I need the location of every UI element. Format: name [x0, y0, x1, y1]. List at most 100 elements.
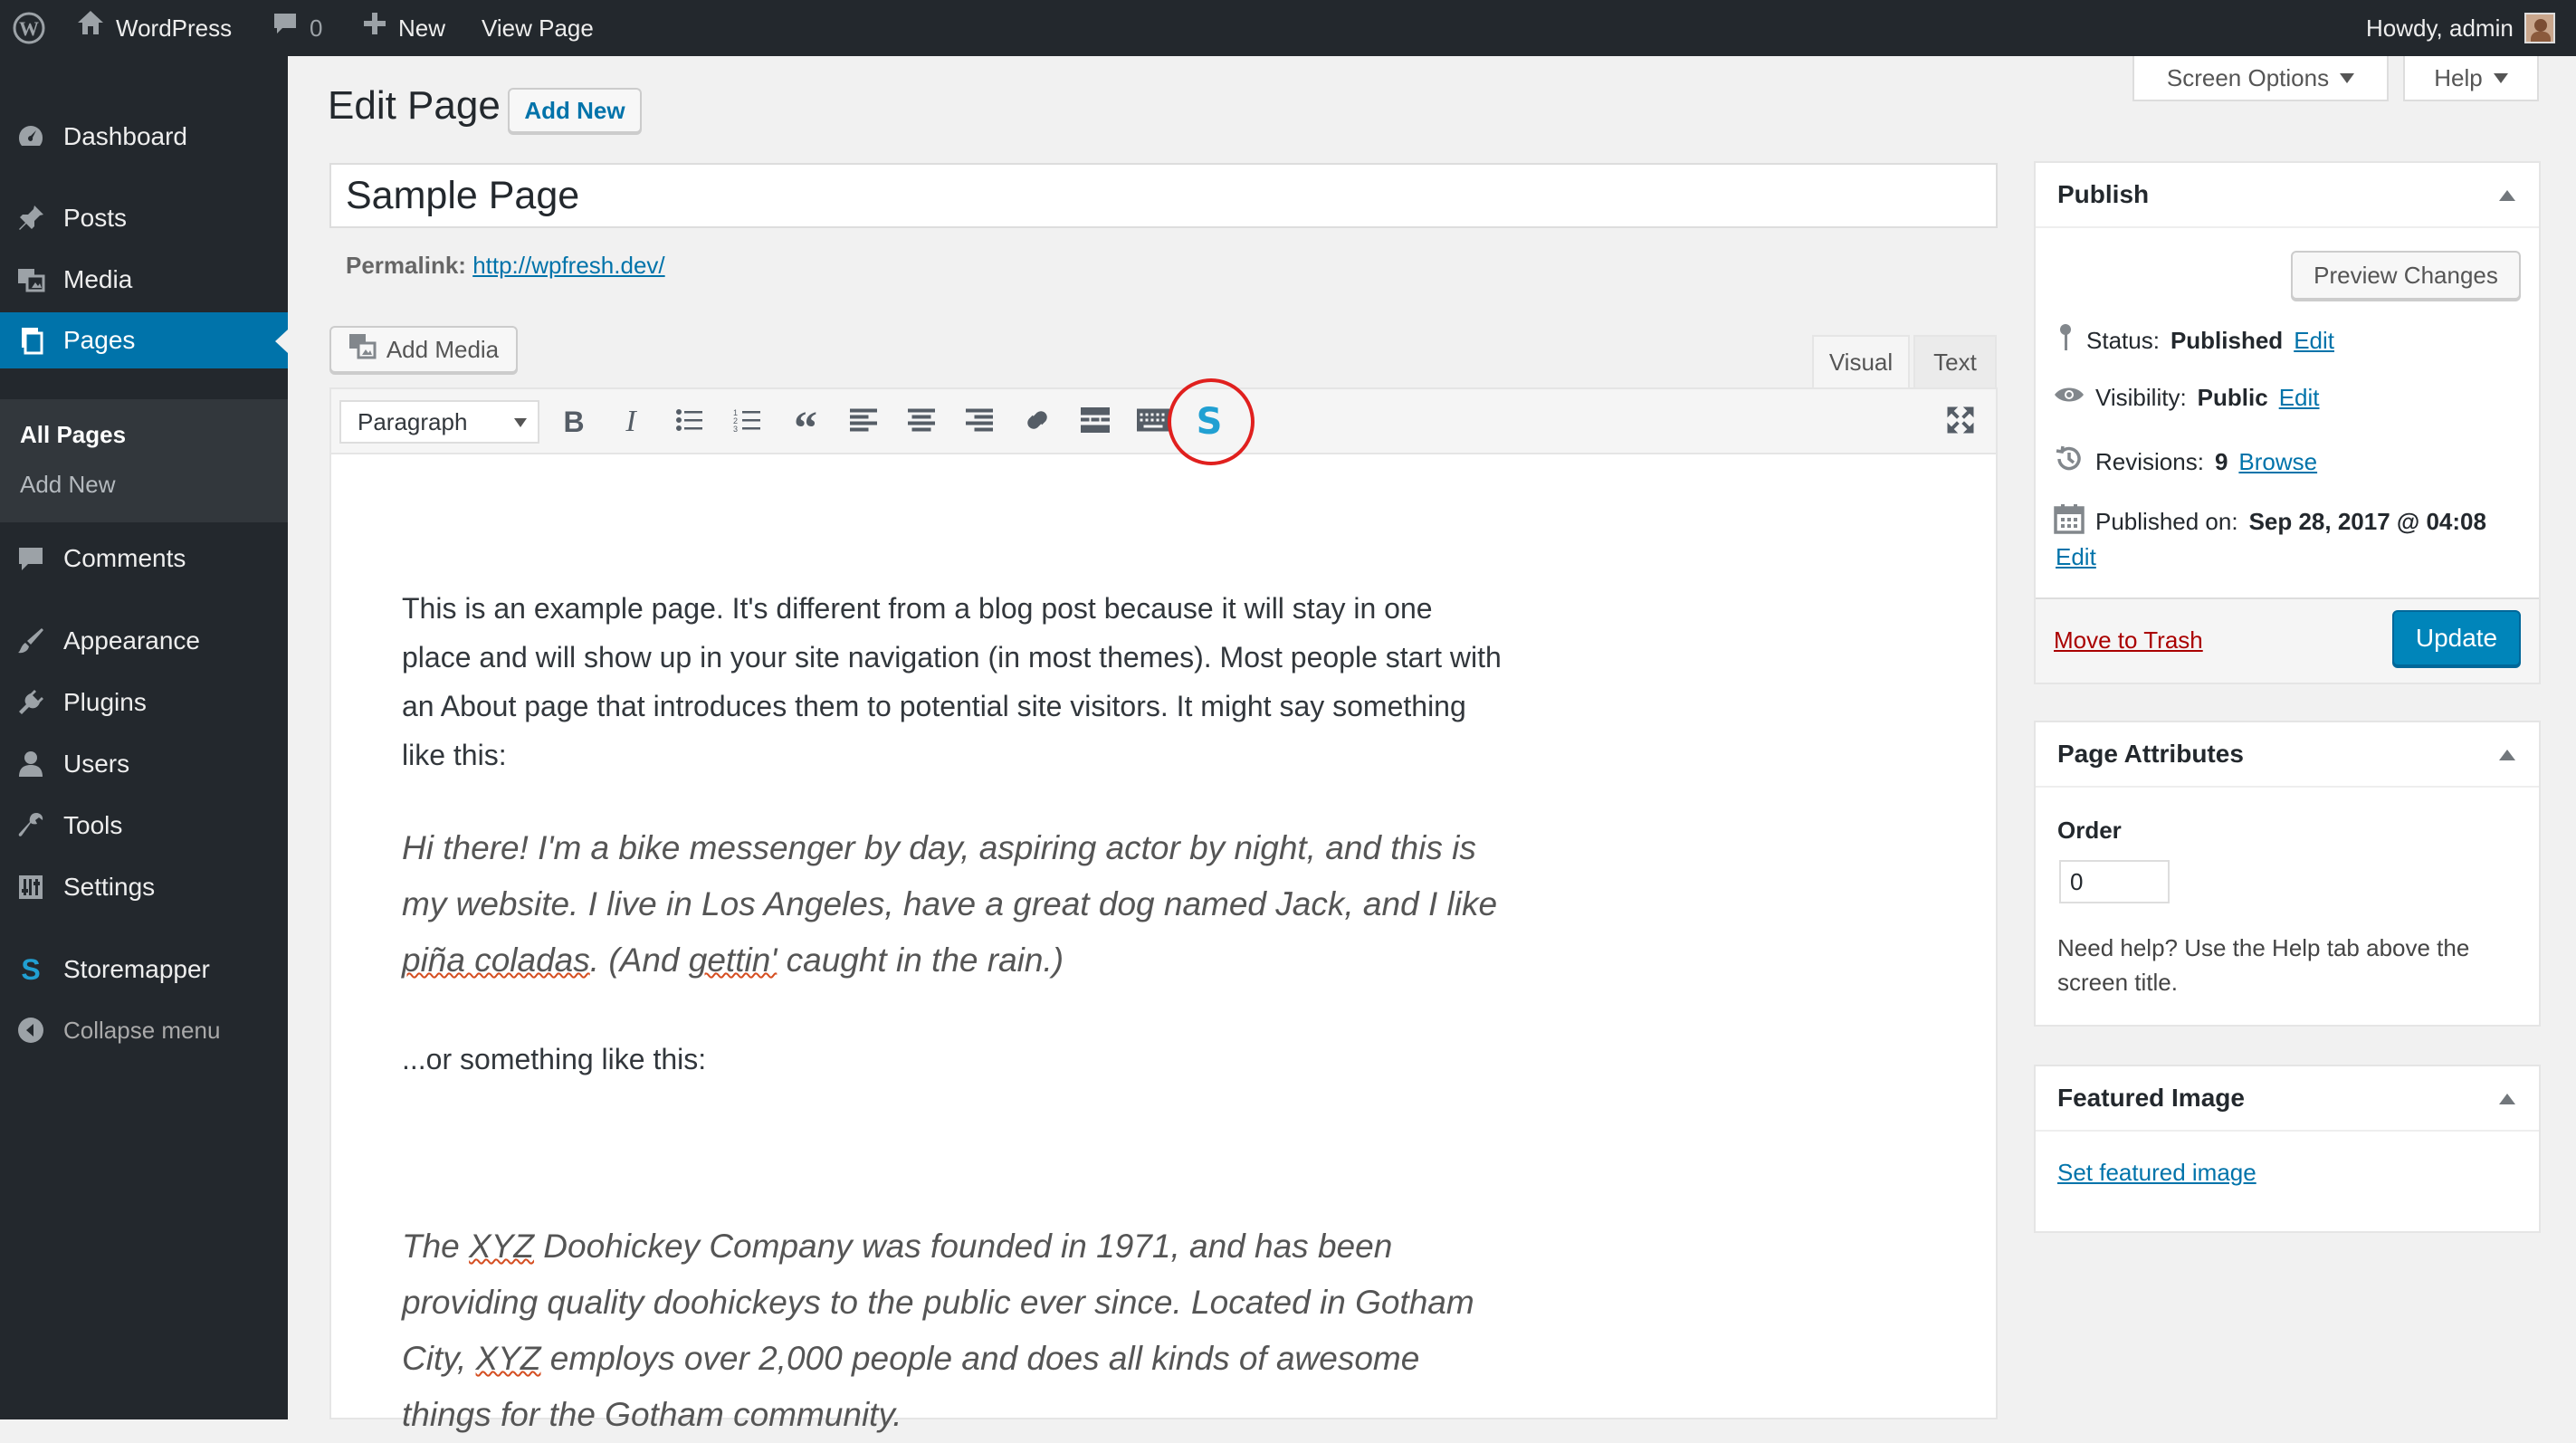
menu-label: Tools	[63, 811, 123, 839]
permalink-link[interactable]: http://wpfresh.dev/	[472, 252, 664, 279]
submenu-all-pages[interactable]: All Pages	[20, 421, 126, 449]
publish-box-header[interactable]: Publish	[2036, 163, 2539, 228]
editor-paragraph[interactable]: ...or something like this:	[402, 1035, 1506, 1084]
keyboard-icon	[1136, 407, 1170, 437]
blockquote-button[interactable]: “	[782, 398, 829, 453]
add-new-page-button[interactable]: Add New	[508, 88, 642, 133]
align-center-button[interactable]	[898, 398, 945, 445]
insert-link-button[interactable]	[1014, 398, 1061, 445]
read-more-button[interactable]	[1072, 398, 1119, 445]
permalink-label: Permalink:	[346, 252, 466, 279]
edit-status-link[interactable]: Edit	[2294, 327, 2334, 355]
publish-actions: Move to Trash Update	[2036, 597, 2539, 683]
revisions-row: Revisions: 9 Browse	[2054, 444, 2317, 481]
read-more-icon	[1080, 406, 1111, 437]
editor-blockquote[interactable]: Hi there! I'm a bike messenger by day, a…	[402, 820, 1506, 989]
visibility-value: Public	[2197, 384, 2268, 411]
menu-label: Media	[63, 265, 133, 293]
help-tab[interactable]: Help	[2403, 56, 2539, 101]
edit-visibility-link[interactable]: Edit	[2279, 384, 2320, 412]
screen-options-tab[interactable]: Screen Options	[2132, 56, 2389, 101]
home-icon	[76, 0, 105, 56]
current-menu-arrow	[275, 330, 288, 353]
howdy-text: Howdy, admin	[2366, 14, 2514, 42]
bold-button[interactable]: B	[550, 398, 597, 445]
menu-label: Pages	[63, 326, 136, 354]
status-label: Status:	[2086, 327, 2160, 354]
featured-image-title: Featured Image	[2057, 1084, 2245, 1112]
set-featured-image-link[interactable]: Set featured image	[2057, 1159, 2256, 1187]
menu-users[interactable]: Users	[0, 736, 288, 792]
order-label: Order	[2057, 817, 2122, 844]
toggle-arrow-icon[interactable]	[2499, 190, 2515, 201]
publish-box: Publish Preview Changes Status: Published…	[2034, 161, 2541, 684]
menu-label: Collapse menu	[63, 1016, 221, 1044]
order-input[interactable]: 0	[2059, 860, 2170, 903]
edit-date-link[interactable]: Edit	[2056, 543, 2096, 571]
help-label: Help	[2434, 63, 2483, 91]
add-media-button[interactable]: Add Media	[329, 326, 518, 373]
publish-title: Publish	[2057, 180, 2150, 208]
menu-label: Settings	[63, 873, 156, 901]
toggle-arrow-icon[interactable]	[2499, 750, 2515, 760]
page-attributes-header[interactable]: Page Attributes	[2036, 722, 2539, 788]
browse-revisions-link[interactable]: Browse	[2238, 448, 2317, 476]
menu-label: Dashboard	[63, 122, 187, 150]
wp-logo-icon[interactable]: W	[13, 0, 45, 56]
format-select[interactable]: Paragraph	[339, 400, 539, 444]
bulleted-list-button[interactable]	[666, 398, 713, 445]
update-button[interactable]: Update	[2392, 610, 2521, 666]
view-page-link[interactable]: View Page	[482, 0, 594, 56]
settings-icon	[14, 871, 47, 903]
distraction-free-button[interactable]	[1937, 398, 1984, 445]
published-on-value: Sep 28, 2017 @ 04:08	[2248, 508, 2486, 535]
menu-storemapper[interactable]: S Storemapper	[0, 941, 288, 998]
italic-icon: I	[625, 405, 636, 438]
storemapper-icon: S	[21, 952, 41, 986]
menu-appearance[interactable]: Appearance	[0, 613, 288, 669]
menu-dashboard[interactable]: Dashboard	[0, 109, 288, 165]
menu-pages[interactable]: Pages	[0, 312, 288, 368]
italic-button[interactable]: I	[607, 398, 654, 445]
quote-text: . (And	[589, 941, 689, 979]
plus-icon	[362, 0, 387, 56]
page-title: Edit Page	[328, 83, 501, 128]
editor-paragraph[interactable]: This is an example page. It's different …	[402, 584, 1506, 779]
menu-comments[interactable]: Comments	[0, 530, 288, 587]
move-to-trash-link[interactable]: Move to Trash	[2054, 626, 2203, 655]
my-account-link[interactable]: Howdy, admin	[2366, 0, 2555, 56]
post-title-input[interactable]: Sample Page	[329, 163, 1998, 228]
new-content-link[interactable]: New	[362, 0, 445, 56]
page-attributes-title: Page Attributes	[2057, 740, 2244, 768]
svg-text:W: W	[19, 17, 39, 40]
menu-media[interactable]: Media	[0, 252, 288, 308]
avatar	[2524, 13, 2555, 43]
menu-settings[interactable]: Settings	[0, 859, 288, 915]
menu-label: Appearance	[63, 626, 201, 655]
fullscreen-icon	[1946, 406, 1975, 439]
site-name: WordPress	[116, 14, 233, 42]
menu-collapse[interactable]: Collapse menu	[0, 1002, 288, 1058]
preview-changes-button[interactable]: Preview Changes	[2291, 251, 2521, 300]
tab-text[interactable]: Text	[1913, 335, 1997, 387]
toggle-arrow-icon[interactable]	[2499, 1094, 2515, 1104]
featured-image-header[interactable]: Featured Image	[2036, 1066, 2539, 1132]
status-row: Status: Published Edit	[2056, 322, 2334, 359]
menu-tools[interactable]: Tools	[0, 798, 288, 854]
misspelled-word: XYZ	[469, 1228, 535, 1265]
menu-plugins[interactable]: Plugins	[0, 674, 288, 731]
menu-posts[interactable]: Posts	[0, 190, 288, 246]
align-right-icon	[965, 408, 994, 436]
editor-blockquote[interactable]: The XYZ Doohickey Company was founded in…	[402, 1218, 1506, 1443]
status-value: Published	[2170, 327, 2284, 354]
submenu-add-new[interactable]: Add New	[20, 471, 116, 499]
align-left-button[interactable]	[840, 398, 887, 445]
pin-icon	[14, 202, 47, 234]
caret-down-icon	[2493, 72, 2508, 83]
quote-text: caught in the rain.)	[777, 941, 1064, 979]
comments-link[interactable]: 0	[272, 0, 322, 56]
site-name-link[interactable]: WordPress	[76, 0, 232, 56]
align-right-button[interactable]	[956, 398, 1003, 445]
numbered-list-button[interactable]: 123	[724, 398, 771, 445]
tab-visual[interactable]: Visual	[1812, 335, 1910, 387]
